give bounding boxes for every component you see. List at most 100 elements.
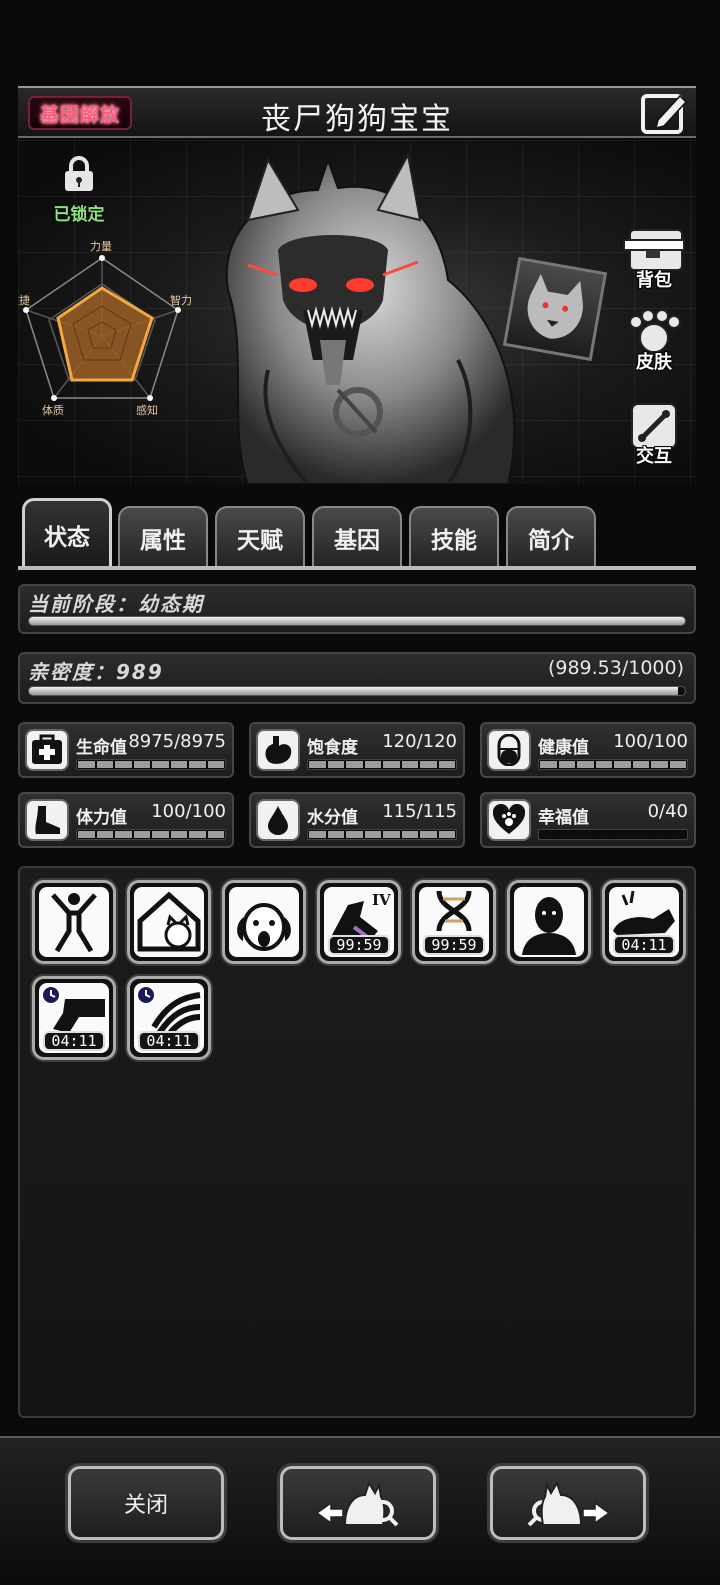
pill-icon bbox=[487, 729, 531, 771]
stat-bar-segment bbox=[651, 831, 668, 838]
lock-label: 已锁定 bbox=[53, 205, 105, 225]
stat-value: 100/100 bbox=[613, 731, 688, 752]
intimacy-progress-fill bbox=[29, 687, 679, 695]
stat-bar-segment bbox=[632, 761, 649, 768]
pet-scene: 已锁定 力量 智力 感知 体质 敏捷 bbox=[18, 140, 696, 484]
stat-bar-segment bbox=[669, 761, 686, 768]
backpack-button[interactable]: 背包 bbox=[620, 226, 688, 292]
stat-water: 水分值 115/115 bbox=[249, 792, 465, 848]
buff-slot[interactable] bbox=[127, 880, 211, 964]
radar-value-area bbox=[56, 286, 154, 382]
attribute-radar: 力量 智力 感知 体质 敏捷 bbox=[18, 240, 192, 417]
stat-bar-segment bbox=[614, 831, 631, 838]
stat-bar bbox=[76, 759, 226, 770]
interact-button[interactable]: 交互 bbox=[620, 402, 688, 468]
stat-bar-segment bbox=[540, 831, 557, 838]
next-pet-button[interactable] bbox=[490, 1466, 646, 1540]
tab-profile[interactable]: 简介 bbox=[506, 506, 596, 568]
stat-bar-segment bbox=[577, 761, 594, 768]
stat-happiness: 幸福值 0/40 bbox=[480, 792, 696, 848]
buff-timer: 04:11 bbox=[43, 1031, 105, 1051]
stat-bar-segment bbox=[595, 761, 612, 768]
pet-house-icon bbox=[134, 887, 204, 957]
radar-label-intelligence: 智力 bbox=[170, 293, 192, 307]
radar-label-agility: 敏捷 bbox=[18, 293, 30, 307]
next-pet-icon bbox=[527, 1480, 611, 1527]
pet-portrait-card[interactable] bbox=[502, 256, 608, 362]
stat-bar bbox=[307, 829, 457, 840]
padlock-icon bbox=[65, 156, 93, 191]
stat-bar-segment bbox=[170, 761, 187, 768]
buff-slot[interactable] bbox=[507, 880, 591, 964]
stat-bar-segment bbox=[540, 761, 557, 768]
stage-progress-fill bbox=[29, 617, 685, 625]
stat-bar-segment bbox=[115, 761, 132, 768]
stage-progress-bar bbox=[28, 616, 686, 626]
tab-underline bbox=[18, 566, 696, 570]
svg-text:IV: IV bbox=[372, 891, 391, 909]
tab-talents[interactable]: 天赋 bbox=[215, 506, 305, 568]
stat-bar-segment bbox=[170, 831, 187, 838]
pet-status-screen: 基因解放 丧尸狗狗宝宝 已锁定 力量 智力 感知 体质 捷 背包 皮肤 交互 状… bbox=[0, 0, 720, 1585]
buff-slot[interactable] bbox=[222, 880, 306, 964]
dog-portrait-icon bbox=[527, 274, 583, 339]
buff-slot[interactable]: 04:11 bbox=[32, 976, 116, 1060]
buff-slot[interactable]: 04:11 bbox=[127, 976, 211, 1060]
stat-hp: 生命值 8975/8975 bbox=[18, 722, 234, 778]
tab-status[interactable]: 状态 bbox=[22, 498, 112, 568]
stat-bar-segment bbox=[327, 761, 344, 768]
intimacy-panel: 亲密度：989 (989.53/1000) bbox=[18, 652, 696, 704]
close-button[interactable]: 关闭 bbox=[68, 1466, 224, 1540]
footer-bar: 关闭 bbox=[0, 1436, 720, 1585]
stat-bar-segment bbox=[346, 761, 363, 768]
stat-bar-segment bbox=[401, 831, 418, 838]
foot-icon bbox=[25, 799, 69, 841]
tab-skills[interactable]: 技能 bbox=[409, 506, 499, 568]
scared-dog-icon bbox=[229, 887, 299, 957]
stat-health: 健康值 100/100 bbox=[480, 722, 696, 778]
stat-bar-segment bbox=[558, 761, 575, 768]
stat-bar-segment bbox=[207, 831, 224, 838]
stat-bar-segment bbox=[632, 831, 649, 838]
prev-pet-button[interactable] bbox=[280, 1466, 436, 1540]
stretch-figure-icon bbox=[39, 887, 109, 957]
stat-bar-segment bbox=[420, 831, 437, 838]
buff-slot[interactable] bbox=[32, 880, 116, 964]
stat-bar-segment bbox=[189, 831, 206, 838]
stat-bar-segment bbox=[577, 831, 594, 838]
stat-bar-segment bbox=[438, 761, 455, 768]
radar-label-perception: 感知 bbox=[136, 403, 158, 417]
skin-button[interactable]: 皮肤 bbox=[620, 308, 688, 374]
tab-bar: 状态 属性 天赋 基因 技能 简介 bbox=[18, 494, 696, 570]
pet-header: 基因解放 丧尸狗狗宝宝 bbox=[18, 86, 696, 138]
backpack-label: 背包 bbox=[636, 270, 672, 291]
stat-value: 0/40 bbox=[647, 801, 688, 822]
radar-label-strength: 力量 bbox=[90, 240, 112, 253]
buff-slot[interactable]: IV 99:59 bbox=[317, 880, 401, 964]
radar-label-constitution: 体质 bbox=[42, 403, 64, 417]
buff-panel: IV 99:59 99:59 04:11 04:11 04:11 bbox=[18, 866, 696, 1418]
stat-bar-segment bbox=[364, 761, 381, 768]
heart-paw-icon bbox=[487, 799, 531, 841]
stat-bar bbox=[538, 759, 688, 770]
stat-bar-segment bbox=[309, 831, 326, 838]
lock-toggle[interactable]: 已锁定 bbox=[44, 154, 114, 225]
stage-panel: 当前阶段：幼态期 bbox=[18, 584, 696, 634]
stat-bar-segment bbox=[364, 831, 381, 838]
stat-bar-segment bbox=[383, 761, 400, 768]
stat-bar-segment bbox=[133, 831, 150, 838]
rename-button[interactable] bbox=[640, 90, 688, 136]
stat-bar bbox=[76, 829, 226, 840]
buff-slot[interactable]: 04:11 bbox=[602, 880, 686, 964]
first-aid-icon bbox=[25, 729, 69, 771]
stat-bar bbox=[307, 759, 457, 770]
stat-name: 健康值 bbox=[538, 738, 589, 758]
stat-bar bbox=[538, 829, 688, 840]
tab-attributes[interactable]: 属性 bbox=[118, 506, 208, 568]
tab-genes[interactable]: 基因 bbox=[312, 506, 402, 568]
stat-value: 8975/8975 bbox=[128, 731, 226, 752]
stat-bar-segment bbox=[152, 761, 169, 768]
buff-slot[interactable]: 99:59 bbox=[412, 880, 496, 964]
stat-stamina: 体力值 100/100 bbox=[18, 792, 234, 848]
stat-bar-segment bbox=[346, 831, 363, 838]
